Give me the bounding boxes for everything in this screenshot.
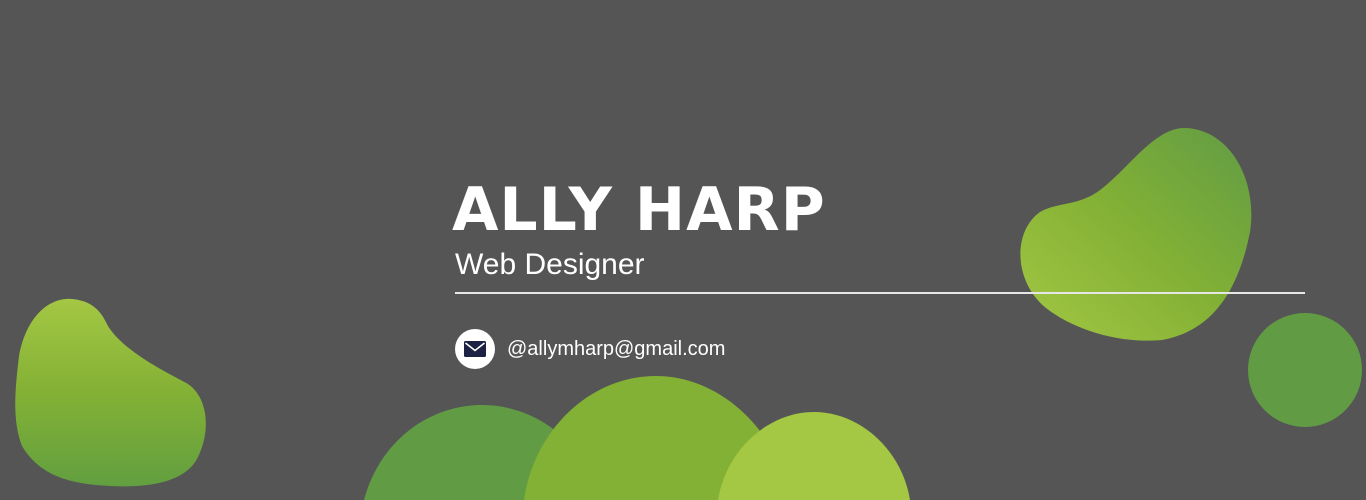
circle-right [1248,313,1362,427]
envelope-icon [455,329,495,369]
blob-top-right [1020,127,1252,341]
divider-line [455,292,1305,294]
email-address[interactable]: @allymharp@gmail.com [507,337,725,361]
job-title: Web Designer [455,248,645,281]
profile-banner: ALLY HARP Web Designer @allymharp@gmail.… [0,0,1366,500]
contact-email-row: @allymharp@gmail.com [455,329,725,369]
blob-left [15,298,206,487]
person-name: ALLY HARP [452,175,826,245]
decorative-shapes [15,127,1362,500]
